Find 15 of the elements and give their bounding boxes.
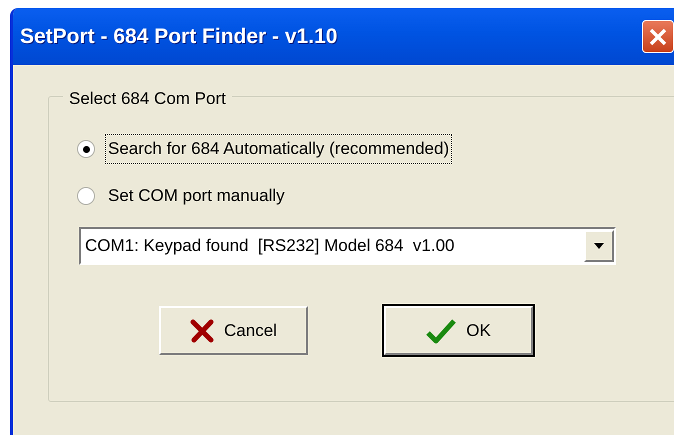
cancel-button[interactable]: Cancel	[159, 306, 308, 355]
port-dropdown[interactable]: COM1: Keypad found [RS232] Model 684 v1.00	[79, 227, 616, 265]
radio-button[interactable]	[77, 187, 95, 205]
x-mark-icon	[190, 318, 214, 342]
radio-button[interactable]	[77, 140, 95, 158]
caret-icon	[594, 243, 604, 249]
dropdown-value: COM1: Keypad found [RS232] Model 684 v1.00	[85, 235, 455, 258]
dropdown-arrow-button[interactable]	[584, 230, 614, 262]
radio-label[interactable]: Set COM port manually	[105, 181, 288, 211]
ok-button[interactable]: OK	[384, 306, 533, 355]
checkmark-icon	[426, 318, 456, 344]
close-icon	[648, 26, 668, 46]
window-title: SetPort - 684 Port Finder - v1.10	[20, 24, 338, 50]
radio-label[interactable]: Search for 684 Automatically (recommended)	[105, 134, 452, 164]
close-button[interactable]	[642, 20, 674, 53]
